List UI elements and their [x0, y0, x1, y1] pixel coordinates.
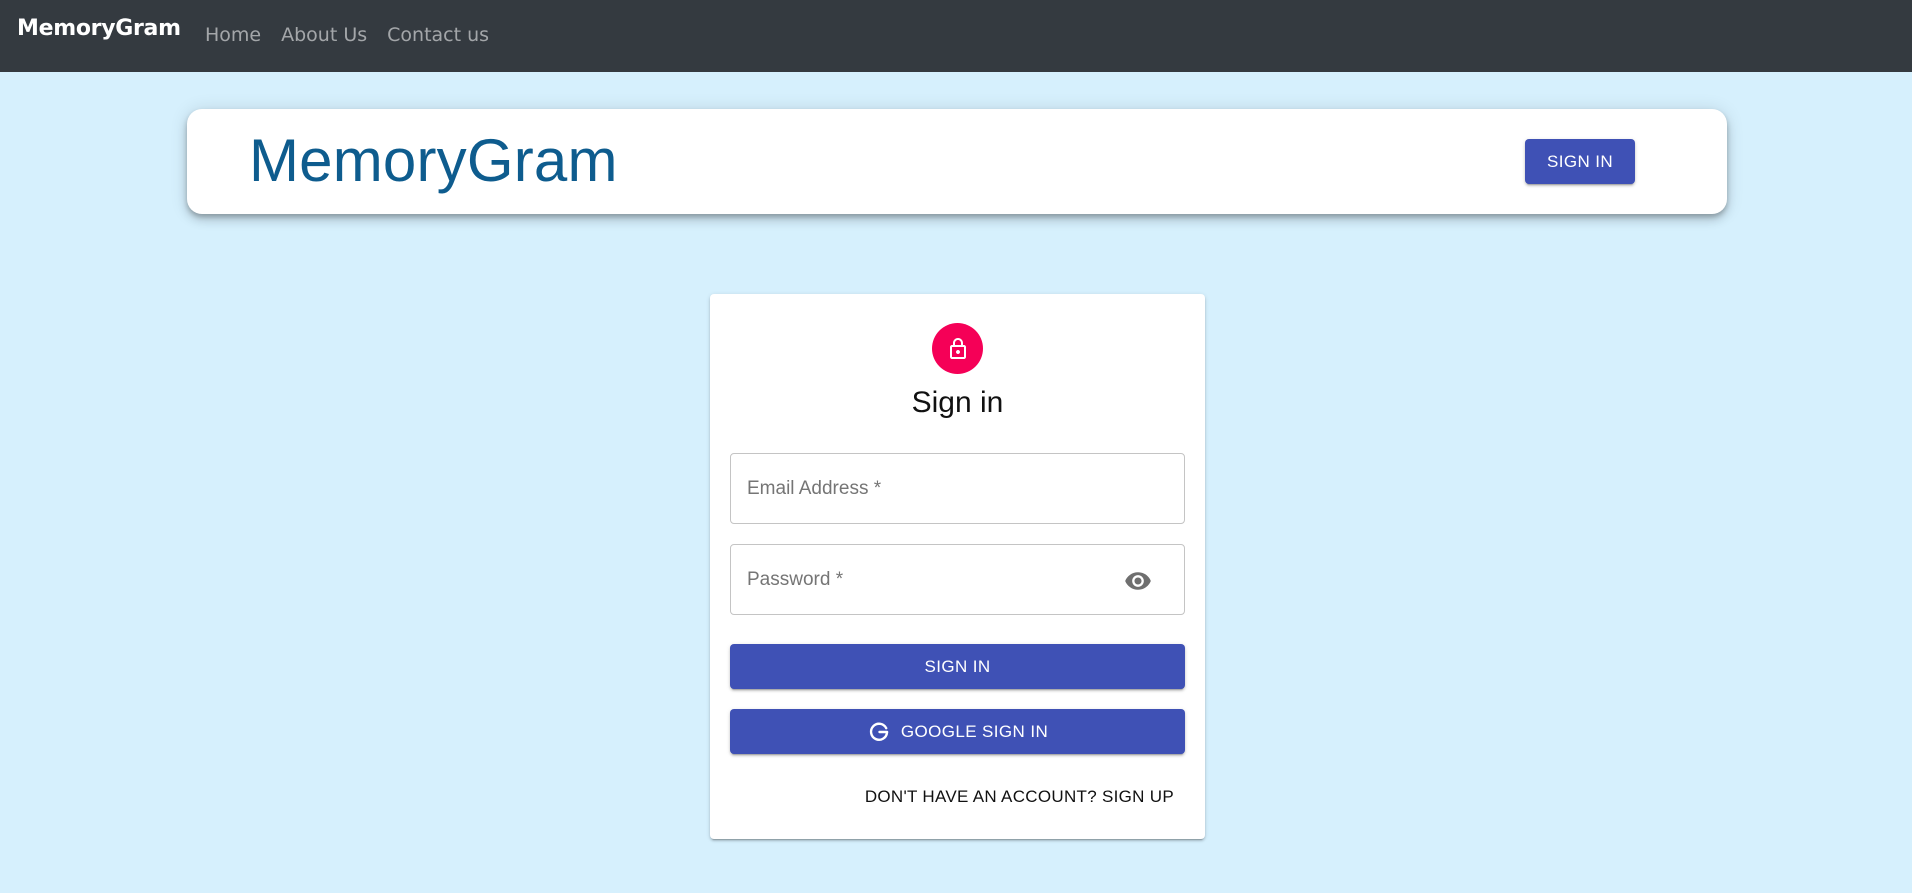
top-navbar: MemoryGram Home About Us Contact us: [0, 0, 1912, 72]
sign-in-title: Sign in: [911, 386, 1004, 419]
lock-icon: [949, 337, 966, 359]
email-field[interactable]: [730, 453, 1185, 524]
sign-in-submit-button[interactable]: SIGN IN: [730, 644, 1185, 689]
google-sign-in-button[interactable]: GOOGLE SIGN IN: [730, 709, 1185, 754]
header-sign-in-button[interactable]: SIGN IN: [1525, 139, 1635, 184]
app-header-card: MemoryGram SIGN IN: [187, 109, 1727, 214]
navbar-brand[interactable]: MemoryGram: [17, 16, 181, 41]
lock-avatar: [932, 323, 983, 374]
password-input[interactable]: [731, 545, 1184, 614]
nav-link-about-us[interactable]: About Us: [281, 24, 367, 46]
email-input[interactable]: [731, 454, 1184, 523]
google-g-icon: [867, 720, 891, 744]
nav-link-home[interactable]: Home: [205, 24, 261, 46]
google-sign-in-label: GOOGLE SIGN IN: [900, 721, 1049, 741]
sign-up-link[interactable]: DON'T HAVE AN ACCOUNT? SIGN UP: [865, 787, 1174, 807]
app-title: MemoryGram: [249, 127, 618, 194]
nav-link-contact-us[interactable]: Contact us: [387, 24, 489, 46]
navbar-links: Home About Us Contact us: [205, 24, 509, 46]
eye-icon[interactable]: [1124, 567, 1152, 595]
sign-in-card: Sign in SIGN IN GOOGLE SIGN IN DON'T HAV…: [710, 294, 1205, 839]
password-field[interactable]: [730, 544, 1185, 615]
